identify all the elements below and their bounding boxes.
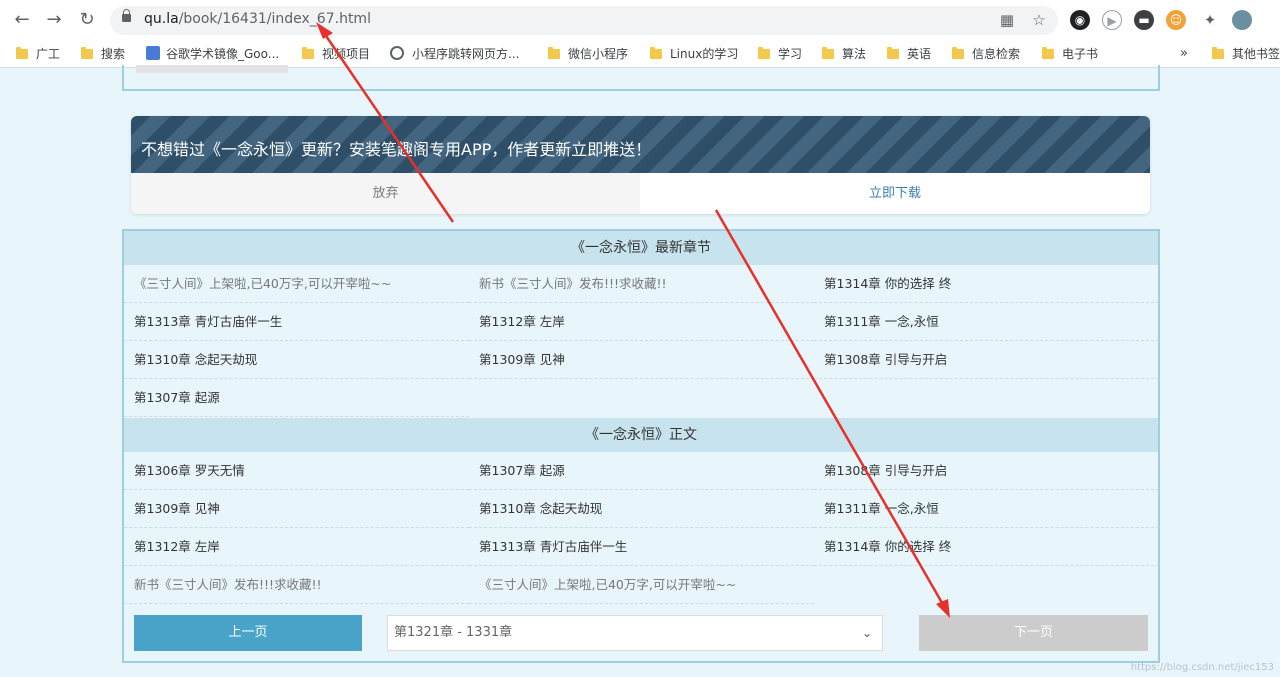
annotation-arrow-line-up: [320, 29, 455, 223]
arrowhead-down-icon: [936, 599, 950, 618]
arrowhead-up-icon: [316, 22, 333, 39]
annotation-arrows: [316, 22, 950, 618]
annotation-arrow-line-down: [714, 209, 947, 609]
